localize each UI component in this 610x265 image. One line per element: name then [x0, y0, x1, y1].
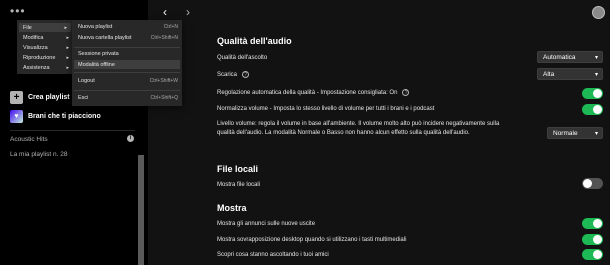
new-folder-item[interactable]: Nuova cartella playlist Ctrl+Shift+N	[78, 35, 178, 41]
normalize-volume-toggle[interactable]	[582, 104, 603, 115]
menu-item-label: Riproduzione	[23, 55, 56, 61]
toggle-knob	[593, 219, 602, 228]
menu-item-playback[interactable]: Riproduzione ▸	[23, 55, 69, 61]
liked-songs-button[interactable]: ♥ Brani che ti piacciono	[10, 110, 101, 123]
menu-item-label: Sessione privata	[78, 51, 119, 57]
download-label-text: Scarica	[217, 72, 238, 79]
liked-songs-label: Brani che ti piacciono	[28, 113, 101, 120]
more-menu-icon[interactable]: •••	[10, 4, 26, 18]
plus-icon: +	[10, 91, 23, 104]
menu-item-label: Nuova cartella playlist	[78, 35, 132, 41]
auto-adjust-toggle[interactable]	[582, 88, 603, 99]
menu-item-edit[interactable]: Modifica ▸	[23, 35, 69, 41]
toggle-knob	[593, 105, 602, 114]
select-value: Automatica	[543, 53, 576, 61]
chevron-right-icon: ▸	[64, 24, 67, 31]
sidebar-scrollbar[interactable]	[138, 155, 144, 265]
chevron-down-icon: ▾	[594, 130, 598, 137]
file-submenu: Nuova playlist Ctrl+N Nuova cartella pla…	[72, 20, 182, 106]
chevron-right-icon: ▸	[66, 55, 69, 61]
toggle-knob	[583, 179, 592, 188]
create-playlist-button[interactable]: + Crea playlist	[10, 91, 70, 104]
upcoming-ads-label: Mostra gli annunci sulle nuove uscite	[217, 221, 316, 227]
info-icon: i	[127, 135, 134, 142]
menu-item-label: Logout	[78, 78, 95, 84]
auto-adjust-text: Regolazione automatica della qualità - I…	[217, 90, 398, 97]
menu-item-label: Modifica	[23, 35, 44, 41]
menu-separator	[74, 90, 180, 91]
logout-item[interactable]: Logout Ctrl+Shift+W	[78, 78, 178, 84]
chevron-right-icon: ▸	[66, 65, 69, 71]
menu-item-shortcut: Ctrl+Shift+Q	[150, 95, 178, 101]
toggle-knob	[593, 235, 602, 244]
private-session-item[interactable]: Sessione privata	[78, 51, 178, 57]
help-icon[interactable]: ?	[402, 89, 410, 96]
new-playlist-item[interactable]: Nuova playlist Ctrl+N	[78, 24, 178, 30]
menu-item-label: File	[23, 24, 32, 31]
chevron-right-icon: ▸	[66, 45, 69, 51]
menu-item-label: Esci	[78, 95, 89, 101]
friend-activity-label: Scopri cosa stanno ascoltando i tuoi ami…	[217, 252, 329, 258]
volume-level-select[interactable]: Normale ▾	[547, 127, 603, 139]
forward-arrow-icon[interactable]: ›	[186, 5, 190, 19]
chevron-down-icon: ▾	[594, 54, 598, 61]
section-title-audio-quality: Qualità dell'audio	[217, 36, 292, 46]
menu-item-label: Visualizza	[23, 45, 48, 51]
select-value: Alta	[543, 70, 555, 78]
chevron-right-icon: ▸	[66, 35, 69, 41]
menu-item-label: Modalità offline	[78, 61, 115, 68]
avatar[interactable]	[592, 6, 605, 19]
streaming-quality-label: Qualità dell'ascolto	[217, 55, 268, 61]
toggle-knob	[593, 250, 602, 259]
menu-separator	[74, 47, 180, 48]
quit-item[interactable]: Esci Ctrl+Shift+Q	[78, 95, 178, 101]
upcoming-ads-toggle[interactable]	[582, 218, 603, 229]
friend-activity-toggle[interactable]	[582, 249, 603, 260]
back-arrow-icon[interactable]: ‹	[163, 5, 167, 19]
main-menu: File ▸ Modifica ▸ Visualizza ▸ Riproduzi…	[17, 20, 73, 74]
show-local-files-label: Mostra file locali	[217, 182, 261, 188]
menu-item-shortcut: Ctrl+N	[163, 24, 178, 30]
show-local-files-toggle[interactable]	[582, 178, 603, 189]
help-icon[interactable]: ?	[242, 71, 250, 78]
offline-mode-item[interactable]: Modalità offline	[74, 60, 180, 69]
download-quality-label: Scarica?	[217, 71, 250, 80]
select-value: Normale	[553, 129, 578, 137]
volume-level-label: Livello volume: regola il volume in base…	[217, 121, 500, 136]
desktop-overlay-label: Mostra sovrapposizione desktop quando si…	[217, 237, 407, 243]
streaming-quality-select[interactable]: Automatica ▾	[537, 51, 603, 63]
auto-adjust-label: Regolazione automatica della qualità - I…	[217, 89, 410, 98]
playlist-item[interactable]: Acoustic Hits	[10, 136, 48, 143]
desktop-overlay-toggle[interactable]	[582, 234, 603, 245]
section-title-local-files: File locali	[217, 164, 259, 174]
menu-item-label: Assistenza	[23, 65, 50, 71]
download-quality-select[interactable]: Alta ▾	[537, 68, 603, 80]
section-title-display: Mostra	[217, 203, 247, 213]
menu-separator	[74, 72, 180, 73]
chevron-down-icon: ▾	[594, 71, 598, 78]
normalize-volume-label: Normalizza volume - Imposta lo stesso li…	[217, 106, 435, 112]
create-playlist-label: Crea playlist	[28, 94, 70, 101]
menu-item-file[interactable]: File ▸	[19, 23, 71, 32]
heart-icon: ♥	[10, 110, 23, 123]
menu-item-help[interactable]: Assistenza ▸	[23, 65, 69, 71]
sidebar-divider	[10, 130, 135, 131]
menu-item-shortcut: Ctrl+Shift+N	[150, 35, 178, 41]
toggle-knob	[593, 89, 602, 98]
menu-item-shortcut: Ctrl+Shift+W	[149, 78, 178, 84]
menu-item-view[interactable]: Visualizza ▸	[23, 45, 69, 51]
playlist-item[interactable]: La mia playlist n. 28	[10, 151, 67, 158]
menu-item-label: Nuova playlist	[78, 24, 113, 30]
